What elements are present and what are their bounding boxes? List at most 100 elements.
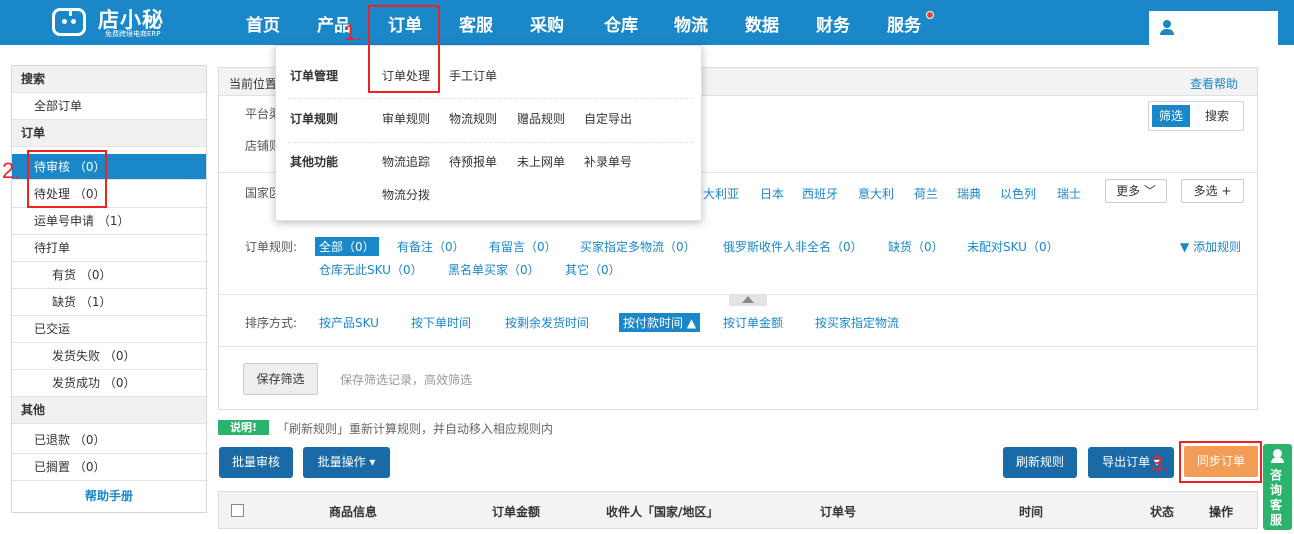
sidebar: 搜索 全部订单 订单 待审核 （0） 待处理 （0） 运单号申请 （1） 待打单… [11,65,207,513]
consult-service-button[interactable]: 咨询客服 [1263,444,1292,530]
nav-purchase[interactable]: 采购 [530,0,564,45]
nav-data[interactable]: 数据 [745,0,779,45]
refresh-rules-button[interactable]: 刷新规则 [1003,447,1077,478]
country-japan[interactable]: 日本 [760,185,784,202]
menu-logistics-rules[interactable]: 物流规则 [449,110,497,127]
rule-no-warehouse-sku[interactable]: 仓库无此SKU（0） [319,261,423,278]
nav-home[interactable]: 首页 [246,0,280,45]
rule-blacklist-buyer[interactable]: 黑名单买家（0） [448,261,540,278]
support-agent-icon [1270,448,1285,463]
sidebar-head-orders: 订单 [12,120,206,147]
sidebar-head-other: 其他 [12,397,206,424]
save-filter-button[interactable]: 保存筛选 [243,363,318,395]
country-italy[interactable]: 意大利 [858,185,894,202]
sort-by-pay-time[interactable]: 按付款时间 ▲ [619,313,701,332]
annotation-number-3: 3. [1151,451,1170,476]
sort-by-order-amount[interactable]: 按订单金额 [723,314,783,331]
menu-custom-export[interactable]: 自定导出 [584,110,632,127]
sidebar-item-waybill-apply[interactable]: 运单号申请 （1） [12,208,206,235]
menu-manual-order[interactable]: 手工订单 [449,67,497,84]
menu-order-processing[interactable]: 订单处理 [382,67,430,84]
country-spain[interactable]: 西班牙 [802,185,838,202]
notice-text: 「刷新规则」重新计算规则，并自动移入相应规则内 [277,422,554,436]
menu-audit-rules[interactable]: 审单规则 [382,110,430,127]
sort-asc-icon: ▲ [686,316,697,330]
nav-warehouse[interactable]: 仓库 [604,0,638,45]
col-order-number: 订单号 [820,505,857,519]
sidebar-help-link[interactable]: 帮助手册 [12,483,206,510]
user-menu[interactable] [1149,11,1278,45]
sync-orders-button[interactable]: 同步订单 [1184,446,1258,477]
sort-by-order-time[interactable]: 按下单时间 [411,314,471,331]
multi-select-button[interactable]: 多选 + [1181,179,1244,203]
rules-label: 订单规则: [245,240,298,254]
sidebar-item-to-print[interactable]: 待打单 [12,235,206,262]
menu-logistics-tracking[interactable]: 物流追踪 [382,153,430,170]
menu-not-online[interactable]: 未上网单 [517,153,565,170]
country-netherlands[interactable]: 荷兰 [914,185,938,202]
rule-has-message[interactable]: 有留言（0） [489,238,557,255]
dropdown-group-order-rules: 订单规则 [290,112,339,126]
notification-dot [926,11,934,19]
menu-gift-rules[interactable]: 赠品规则 [517,110,565,127]
rule-all[interactable]: 全部（0） [315,237,379,256]
country-israel[interactable]: 以色列 [1000,185,1036,202]
bulk-ops-button[interactable]: 批量操作 ▾ [303,447,390,478]
more-countries-button[interactable]: 更多 ﹀ [1105,179,1167,203]
sidebar-item-pending-review[interactable]: 待审核 （0） [12,154,206,180]
col-status: 状态 [1150,505,1175,519]
mode-search-button[interactable]: 搜索 [1197,105,1237,127]
nav-service[interactable]: 客服 [459,0,493,45]
sidebar-item-ship-failed[interactable]: 发货失败 （0） [12,343,206,370]
sidebar-item-ship-success[interactable]: 发货成功 （0） [12,370,206,397]
rule-russian-name[interactable]: 俄罗斯收件人非全名（0） [723,238,863,255]
collapse-toggle[interactable] [729,294,767,306]
menu-divider [288,142,693,143]
sort-by-remaining-ship-time[interactable]: 按剩余发货时间 [505,314,589,331]
breadcrumb: 当前位置 [229,77,278,91]
sidebar-item-out-of-stock[interactable]: 缺货 （1） [12,289,206,316]
mode-filter-button[interactable]: 筛选 [1152,105,1190,127]
consult-label: 咨询客服 [1270,468,1283,527]
menu-logistics-allocation[interactable]: 物流分拨 [382,186,430,203]
sidebar-item-on-hold[interactable]: 已搁置 （0） [12,454,206,481]
rule-out-of-stock[interactable]: 缺货（0） [888,238,944,255]
sidebar-item-in-stock[interactable]: 有货 （0） [12,262,206,289]
chevron-down-icon: ﹀ [1143,184,1156,198]
divider [219,346,1257,347]
sidebar-item-all-orders[interactable]: 全部订单 [12,93,206,120]
rule-has-note[interactable]: 有备注（0） [397,238,465,255]
nav-services[interactable]: 服务 [887,0,921,45]
sort-by-buyer-logistics[interactable]: 按买家指定物流 [815,314,899,331]
menu-divider [288,98,693,99]
brand-tagline: 免费跨境电商ERP [105,30,161,38]
nav-orders[interactable]: 订单 [388,0,422,45]
nav-logistics[interactable]: 物流 [674,0,708,45]
mode-toggle: 筛选 搜索 [1148,101,1244,131]
sidebar-item-refunded[interactable]: 已退款 （0） [12,427,206,454]
menu-pending-forecast[interactable]: 待预报单 [449,153,497,170]
sort-by-sku[interactable]: 按产品SKU [319,314,379,331]
select-all-checkbox[interactable] [231,504,244,517]
menu-supplement-tracking[interactable]: 补录单号 [584,153,632,170]
country-australia[interactable]: 大利亚 [703,185,739,202]
view-help-link[interactable]: 查看帮助 [1190,75,1238,92]
rule-multi-logistics[interactable]: 买家指定多物流（0） [580,238,696,255]
rule-other[interactable]: 其它（0） [565,261,621,278]
country-switzerland[interactable]: 瑞士 [1057,185,1081,202]
sidebar-item-to-process[interactable]: 待处理 （0） [12,181,206,208]
col-actions: 操作 [1209,505,1234,519]
add-rule-link[interactable]: ▼ 添加规则 [1180,238,1241,255]
caret-down-icon: ▾ [369,455,376,469]
col-product-info: 商品信息 [329,505,378,519]
country-sweden[interactable]: 瑞典 [957,185,981,202]
nav-finance[interactable]: 财务 [816,0,850,45]
top-nav-bar: 店小秘 免费跨境电商ERP 首页 产品 订单 客服 采购 仓库 物流 数据 财务… [0,0,1294,45]
col-order-amount: 订单金额 [492,505,541,519]
sidebar-item-shipped[interactable]: 已交运 [12,316,206,343]
user-icon [1159,20,1175,36]
orders-table-header: 商品信息 订单金额 收件人「国家/地区」 订单号 时间 状态 操作 [218,491,1258,529]
bulk-audit-button[interactable]: 批量审核 [219,447,293,478]
rule-unpaired-sku[interactable]: 未配对SKU（0） [967,238,1059,255]
brand-logo[interactable]: 店小秘 免费跨境电商ERP [52,4,182,40]
